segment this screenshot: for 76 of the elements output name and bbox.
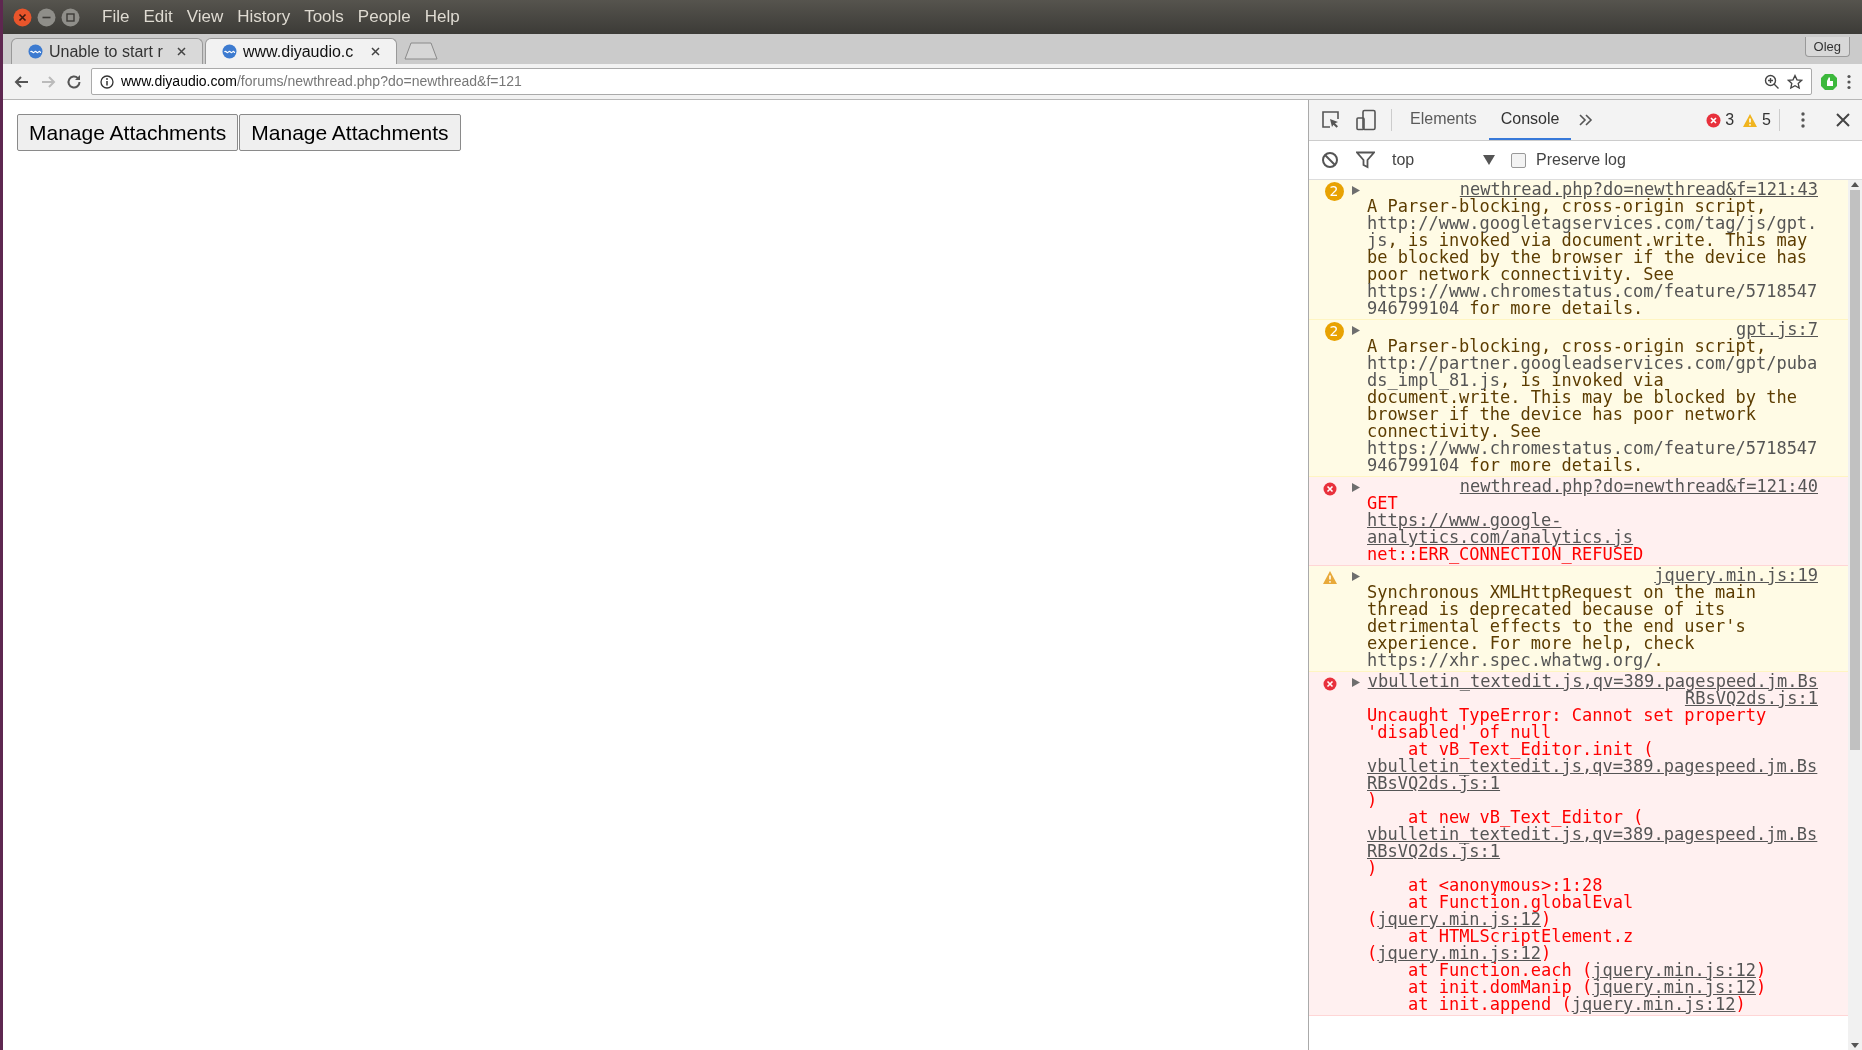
message-text: GET https://www.google-analytics.com/analytics.js net::ERR_CONNECTION_REFUSED: [1367, 495, 1818, 563]
console-message[interactable]: [1309, 672, 1848, 1016]
message-link[interactable]: vbulletin_textedit.js,qv=389.pagespeed.jm.BsRBsVQ2ds.js:1: [1367, 758, 1818, 792]
menu-item[interactable]: Help: [424, 4, 460, 30]
zoom-icon[interactable]: [1764, 73, 1780, 90]
error-icon: [1706, 112, 1722, 128]
dropdown-icon: [1483, 155, 1495, 165]
url-text: www.diyaudio.com/forums/newthread.php?do=newthread&f=121: [121, 72, 522, 91]
scroll-up-icon[interactable]: [1850, 180, 1860, 188]
browser-tab[interactable]: www.diyaudio.c: [205, 38, 397, 64]
tab-title: Unable to start r: [49, 41, 164, 62]
source-link[interactable]: newthread.php?do=newthread&f=121:40: [1459, 478, 1818, 495]
scrollbar-thumb[interactable]: [1850, 190, 1860, 750]
minimize-icon[interactable]: [37, 7, 56, 27]
maximize-icon[interactable]: [61, 7, 80, 27]
preserve-log-label: Preserve log: [1536, 150, 1626, 170]
expand-arrow-icon[interactable]: [1351, 677, 1361, 688]
more-options-icon[interactable]: [1800, 111, 1806, 129]
console-message[interactable]: newthread.php?do=newthread&f=121:40 GET https://www.google-analytics.com/analytics.js net::ERR_CONNECTION_REFUSED: [1309, 477, 1848, 566]
expand-arrow-icon[interactable]: [1351, 482, 1361, 493]
message-text: A Parser-blocking, cross-origin script, http://www.googletagservices.com/tag/js/gpt.js, is invoked via document.write. This may be blocked by the browser if the device has poor network connectivity. See https://www.chromestatus.com/feature/5718547946799104 for more details.: [1367, 198, 1818, 317]
message-link[interactable]: vbulletin_textedit.js,qv=389.pagespeed.jm.BsRBsVQ2ds.js:1: [1367, 826, 1818, 860]
info-icon[interactable]: [100, 74, 114, 89]
source-link[interactable]: jquery.min.js:19: [1654, 567, 1818, 584]
reload-icon[interactable]: [65, 72, 83, 91]
panel-tab[interactable]: Elements: [1398, 100, 1489, 140]
star-icon[interactable]: [1787, 73, 1803, 90]
tab-title: www.diyaudio.c: [243, 41, 355, 62]
clear-icon[interactable]: [1321, 151, 1339, 169]
menu-item[interactable]: Edit: [143, 4, 173, 30]
close-tab-icon[interactable]: [371, 47, 380, 56]
repeat-count: 2: [1324, 322, 1344, 341]
menu-item[interactable]: View: [186, 4, 224, 30]
expand-arrow-icon[interactable]: [1351, 325, 1361, 336]
warning-icon: [1322, 570, 1338, 585]
scrollbar[interactable]: [1848, 180, 1862, 1050]
close-icon[interactable]: [1836, 113, 1850, 127]
error-icon: [1323, 482, 1337, 496]
globe-icon: [28, 44, 43, 59]
error-icon: [1323, 677, 1337, 691]
context-dropdown[interactable]: top: [1392, 148, 1495, 172]
expand-arrow-icon[interactable]: [1351, 185, 1361, 196]
source-link[interactable]: newthread.php?do=newthread&f=121:43: [1459, 181, 1818, 198]
filter-icon[interactable]: [1356, 151, 1375, 169]
address-bar[interactable]: www.diyaudio.com/forums/newthread.php?do=newthread&f=121: [91, 68, 1812, 95]
profile-button[interactable]: Oleg: [1804, 37, 1850, 57]
source-link[interactable]: gpt.js:7: [1736, 321, 1818, 338]
browser-tab[interactable]: Unable to start r: [11, 38, 203, 64]
console-message[interactable]: jquery.min.js:19 Synchronous XMLHttpRequest on the main thread is deprecated because of its detrimental effects to the end user's experience. For more help, check https://xhr.spec.whatwg.org/.: [1309, 566, 1848, 672]
menu-item[interactable]: Tools: [304, 4, 344, 30]
expand-arrow-icon[interactable]: [1351, 571, 1361, 582]
source-link[interactable]: vbulletin_textedit.js,qv=389.pagespeed.jm.BsRBsVQ2ds.js:1: [1367, 673, 1818, 707]
menu-item[interactable]: History: [237, 4, 291, 30]
close-tab-icon[interactable]: [177, 47, 186, 56]
message-link[interactable]: jquery.min.js:12: [1592, 960, 1756, 980]
message-link[interactable]: https://www.google-analytics.com/analytics.js: [1367, 512, 1818, 546]
menu-item[interactable]: People: [357, 4, 411, 30]
close-icon[interactable]: [13, 7, 32, 27]
warning-icon: [1742, 112, 1759, 128]
repeat-count: 2: [1324, 182, 1344, 201]
message-text: Uncaught TypeError: Cannot set property 'disabled' of null at vB_Text_Editor.init ( vbulletin_textedit.js,qv=389.pagespeed.jm.BsRBsVQ2ds.js:1 ) at new vB_Text_Editor ( vbulletin_textedit.js,qv=389.pagespeed.jm.BsRBsVQ2ds.js:1 ) at <anonymous>:1:28 at Function.globalEval (jquery.min.js:12) at HTMLScriptElement.z (jquery.min.js:12) at Function.each (jquery.min.js:12) at init.domManip (jquery.min.js:12) at init.append (jquery.min.js:12): [1367, 707, 1818, 1013]
more-tabs-icon[interactable]: [1579, 114, 1594, 126]
extension-icon[interactable]: [1820, 72, 1838, 91]
manage-attachments-button[interactable]: Manage Attachments: [239, 114, 461, 151]
inspect-icon[interactable]: [1321, 110, 1341, 130]
message-text: A Parser-blocking, cross-origin script, http://partner.googleadservices.com/gpt/pubads_impl_81.js, is invoked via document.write. This may be blocked by the browser if the device has poor network connectivity. See https://www.chromestatus.com/feature/5718547946799104 for more details.: [1367, 338, 1818, 474]
message-text: Synchronous XMLHttpRequest on the main thread is deprecated because of its detrimental effects to the end user's experience. For more help, check https://xhr.spec.whatwg.org/.: [1367, 584, 1756, 669]
menu-icon[interactable]: [1846, 72, 1852, 91]
scroll-down-icon[interactable]: [1850, 1042, 1860, 1050]
manage-attachments-button[interactable]: Manage Attachments: [17, 114, 239, 151]
error-count: 3: [1725, 110, 1735, 130]
globe-icon: [222, 44, 237, 59]
menu-item[interactable]: File: [102, 4, 130, 30]
preserve-log-checkbox[interactable]: [1511, 152, 1526, 168]
device-icon[interactable]: [1355, 109, 1377, 131]
warning-count: 5: [1762, 110, 1771, 130]
